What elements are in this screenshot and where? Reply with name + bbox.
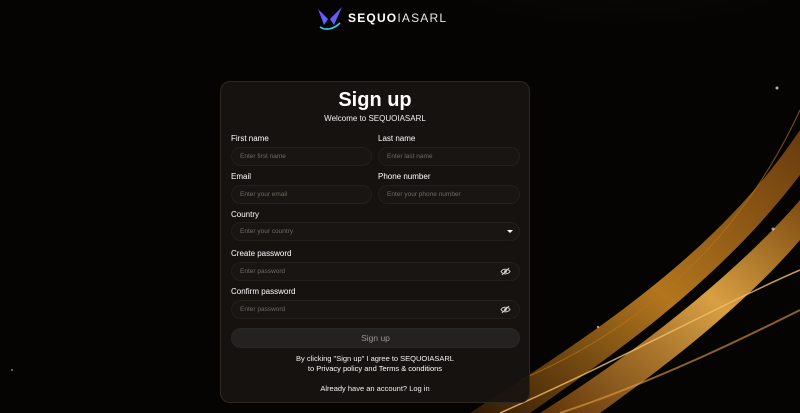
login-prompt: Already have an account? — [320, 384, 408, 393]
brand-name: SEQUOIASARL — [348, 11, 447, 25]
terms-and: and — [364, 364, 377, 373]
page-subtitle: Welcome to SEQUOIASARL — [324, 114, 426, 123]
brand-name-bold: SEQUO — [348, 11, 398, 25]
first-name-label: First name — [231, 134, 269, 143]
last-name-placeholder: Enter last name — [387, 153, 433, 160]
create-password-label: Create password — [231, 249, 292, 258]
country-placeholder: Enter your country — [240, 228, 294, 235]
page-title: Sign up — [338, 89, 412, 111]
first-name-placeholder: Enter first name — [240, 153, 286, 160]
eye-off-icon[interactable] — [500, 267, 511, 276]
log-in-link[interactable]: Log in — [409, 384, 429, 393]
email-field[interactable]: Enter your email — [231, 185, 372, 204]
last-name-field[interactable]: Enter last name — [378, 147, 520, 166]
email-placeholder: Enter your email — [240, 191, 288, 198]
brand-logo[interactable]: SEQUOIASARL — [316, 5, 447, 31]
confirm-password-field[interactable]: Enter password — [231, 300, 520, 319]
caret-down-icon[interactable] — [507, 230, 513, 233]
terms-to: to — [307, 364, 315, 373]
eye-off-icon[interactable] — [500, 305, 511, 314]
phone-label: Phone number — [378, 172, 431, 181]
phone-placeholder: Enter your phone number — [387, 191, 461, 198]
email-label: Email — [231, 172, 252, 181]
terms-text: By clicking "Sign up" I agree to SEQUOIA… — [221, 354, 529, 374]
country-label: Country — [231, 210, 260, 219]
confirm-password-placeholder: Enter password — [240, 306, 286, 313]
create-password-placeholder: Enter password — [240, 268, 286, 275]
terms-line-2: to Privacy policy and Terms & conditions — [221, 364, 529, 374]
create-password-field[interactable]: Enter password — [231, 262, 520, 281]
last-name-label: Last name — [378, 134, 416, 143]
login-prompt-line: Already have an account? Log in — [221, 384, 529, 393]
terms-prefix: By clicking "Sign up" I agree to SEQUOIA… — [296, 354, 454, 363]
sign-up-button[interactable]: Sign up — [231, 328, 520, 348]
phone-field[interactable]: Enter your phone number — [378, 185, 520, 204]
country-select[interactable]: Enter your country — [231, 222, 520, 241]
first-name-field[interactable]: Enter first name — [231, 147, 372, 166]
signup-card: Sign up Welcome to SEQUOIASARL First nam… — [220, 81, 530, 403]
privacy-policy-link[interactable]: Privacy policy — [316, 364, 362, 373]
confirm-password-label: Confirm password — [231, 287, 296, 296]
brand-name-thin: IASARL — [397, 11, 448, 25]
terms-conditions-link[interactable]: Terms & conditions — [379, 364, 442, 373]
bird-logo-icon — [318, 7, 342, 30]
